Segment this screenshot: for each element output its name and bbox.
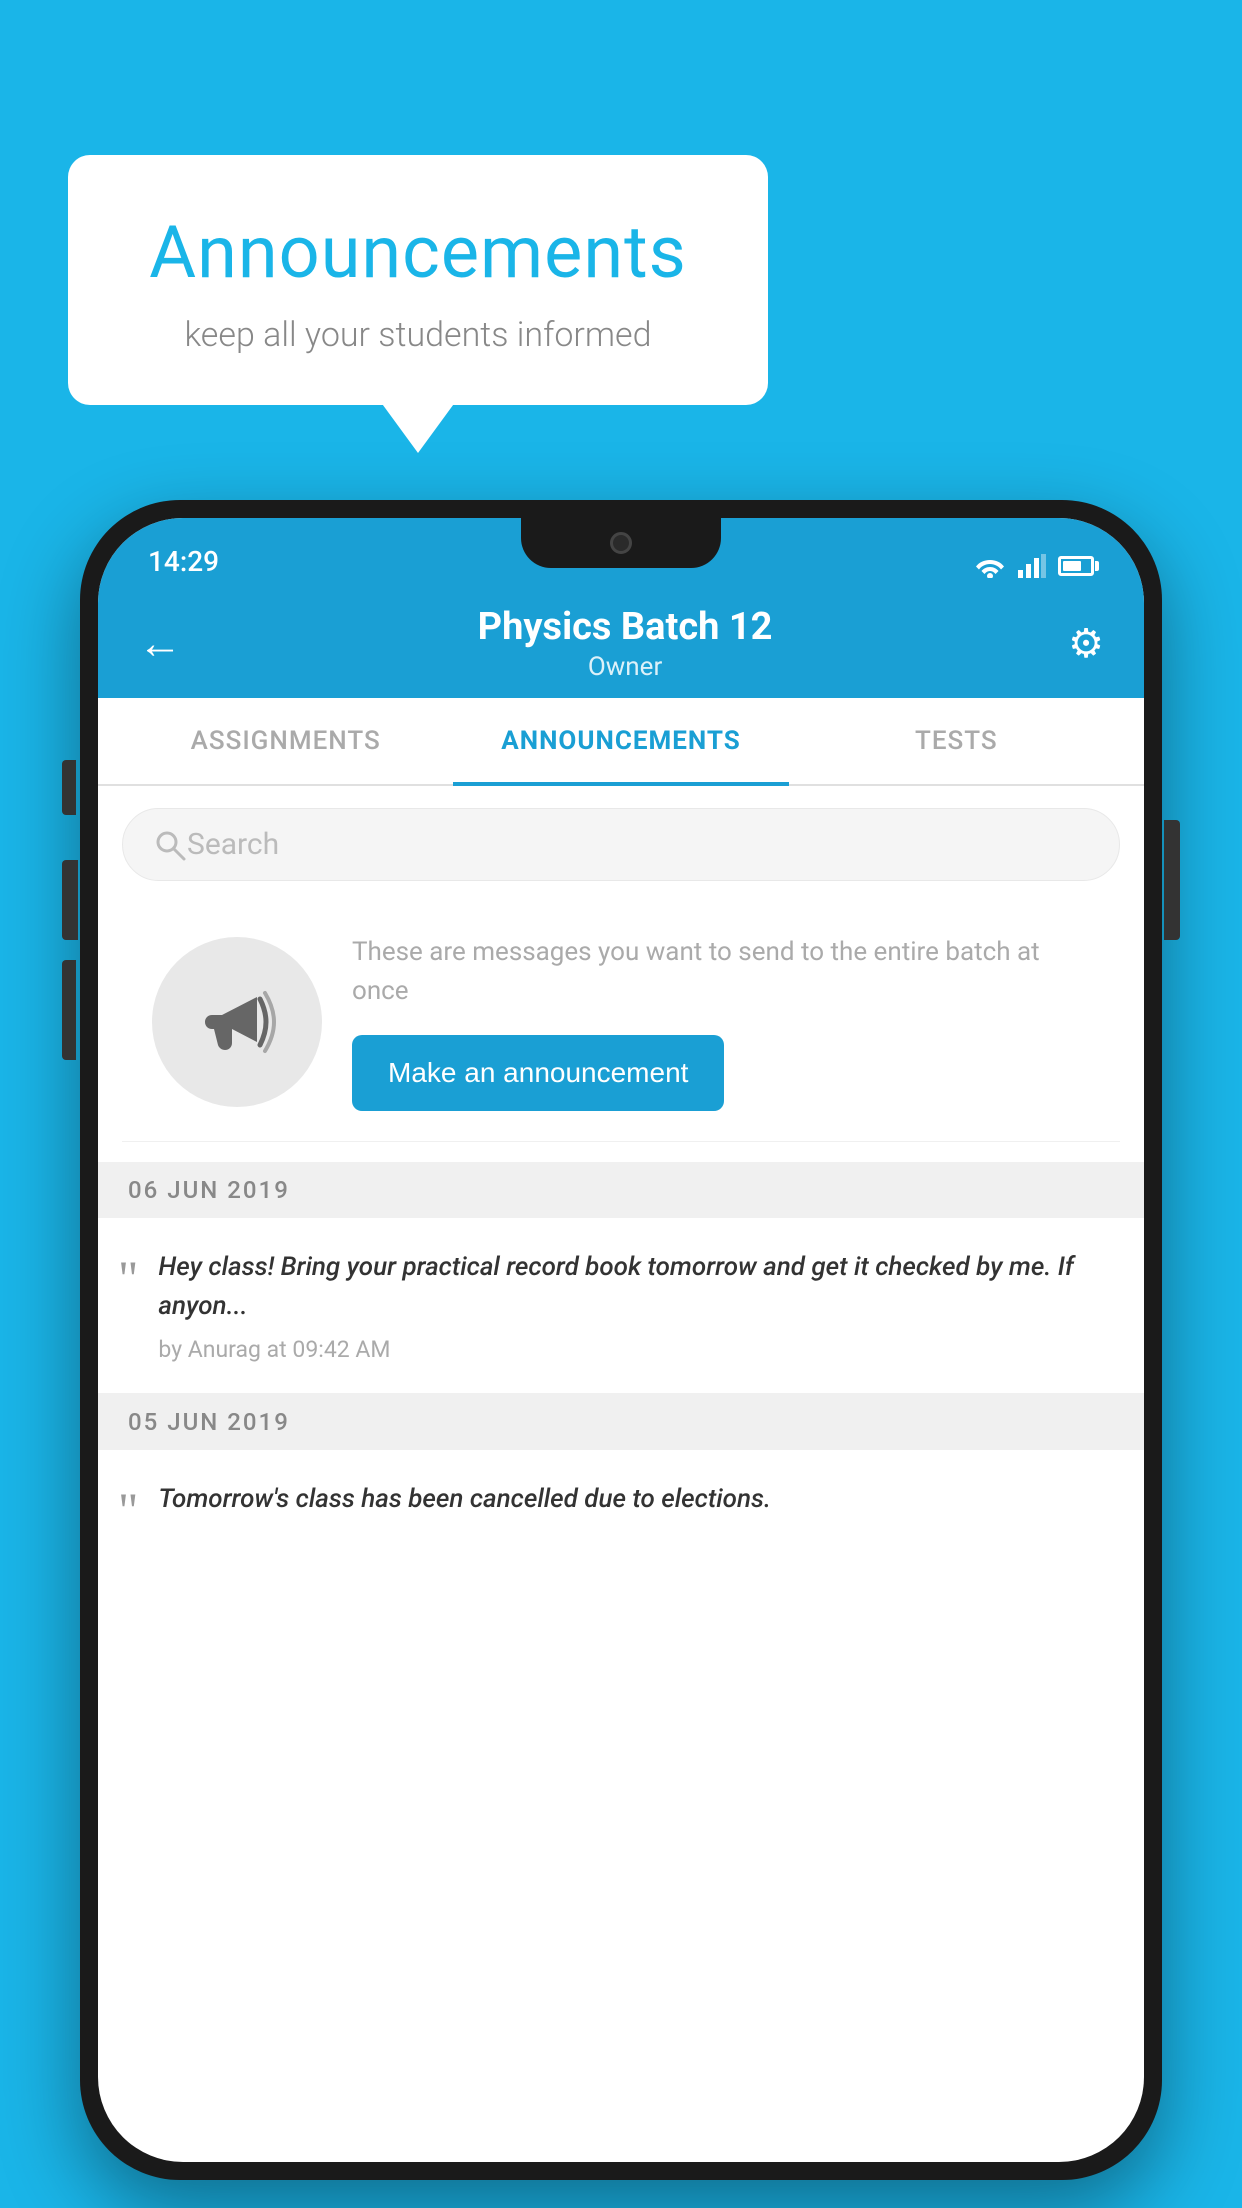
settings-icon[interactable]: ⚙ — [1068, 620, 1104, 667]
search-icon — [153, 828, 187, 862]
quote-icon-2: " — [118, 1485, 138, 1535]
header-center: Physics Batch 12 Owner — [478, 605, 773, 682]
announcement-item-1[interactable]: " Hey class! Bring your practical record… — [98, 1218, 1144, 1394]
announcement-icon-container — [152, 937, 322, 1107]
header-title: Physics Batch 12 — [478, 605, 773, 649]
announcement-item-2[interactable]: " Tomorrow's class has been cancelled du… — [98, 1450, 1144, 1555]
battery-icon — [1058, 556, 1094, 576]
date-separator-1: 06 JUN 2019 — [98, 1162, 1144, 1218]
search-placeholder: Search — [187, 827, 279, 862]
announcement-text-2: Tomorrow's class has been cancelled due … — [158, 1480, 1114, 1519]
announcement-text-1: Hey class! Bring your practical record b… — [158, 1248, 1114, 1326]
tab-assignments[interactable]: ASSIGNMENTS — [118, 698, 453, 784]
app-header: ← Physics Batch 12 Owner ⚙ — [98, 588, 1144, 698]
speech-bubble-subtitle: keep all your students informed — [128, 315, 708, 355]
megaphone-icon — [192, 977, 282, 1067]
status-icons — [974, 554, 1094, 578]
empty-state-content: These are messages you want to send to t… — [352, 933, 1090, 1111]
back-button[interactable]: ← — [138, 617, 182, 669]
tab-tests[interactable]: TESTS — [789, 698, 1124, 784]
camera — [610, 532, 632, 554]
empty-state-description: These are messages you want to send to t… — [352, 933, 1090, 1011]
announcement-content-2: Tomorrow's class has been cancelled due … — [158, 1480, 1114, 1535]
wifi-icon — [974, 554, 1006, 578]
phone-mockup: 14:29 — [80, 500, 1162, 2180]
tabs-bar: ASSIGNMENTS ANNOUNCEMENTS TESTS — [98, 698, 1144, 786]
status-time: 14:29 — [148, 545, 219, 578]
date-separator-2: 05 JUN 2019 — [98, 1394, 1144, 1450]
phone-notch — [521, 518, 721, 568]
empty-state: These are messages you want to send to t… — [122, 903, 1120, 1142]
quote-icon-1: " — [118, 1253, 138, 1363]
announcement-content-1: Hey class! Bring your practical record b… — [158, 1248, 1114, 1363]
header-subtitle: Owner — [478, 652, 773, 682]
tab-announcements[interactable]: ANNOUNCEMENTS — [453, 698, 788, 784]
speech-bubble-container: Announcements keep all your students inf… — [68, 155, 768, 405]
speech-bubble: Announcements keep all your students inf… — [68, 155, 768, 405]
search-bar[interactable]: Search — [122, 808, 1120, 881]
speech-bubble-title: Announcements — [128, 210, 708, 295]
announcement-meta-1: by Anurag at 09:42 AM — [158, 1336, 1114, 1363]
signal-icon — [1018, 554, 1046, 578]
make-announcement-button[interactable]: Make an announcement — [352, 1035, 724, 1111]
